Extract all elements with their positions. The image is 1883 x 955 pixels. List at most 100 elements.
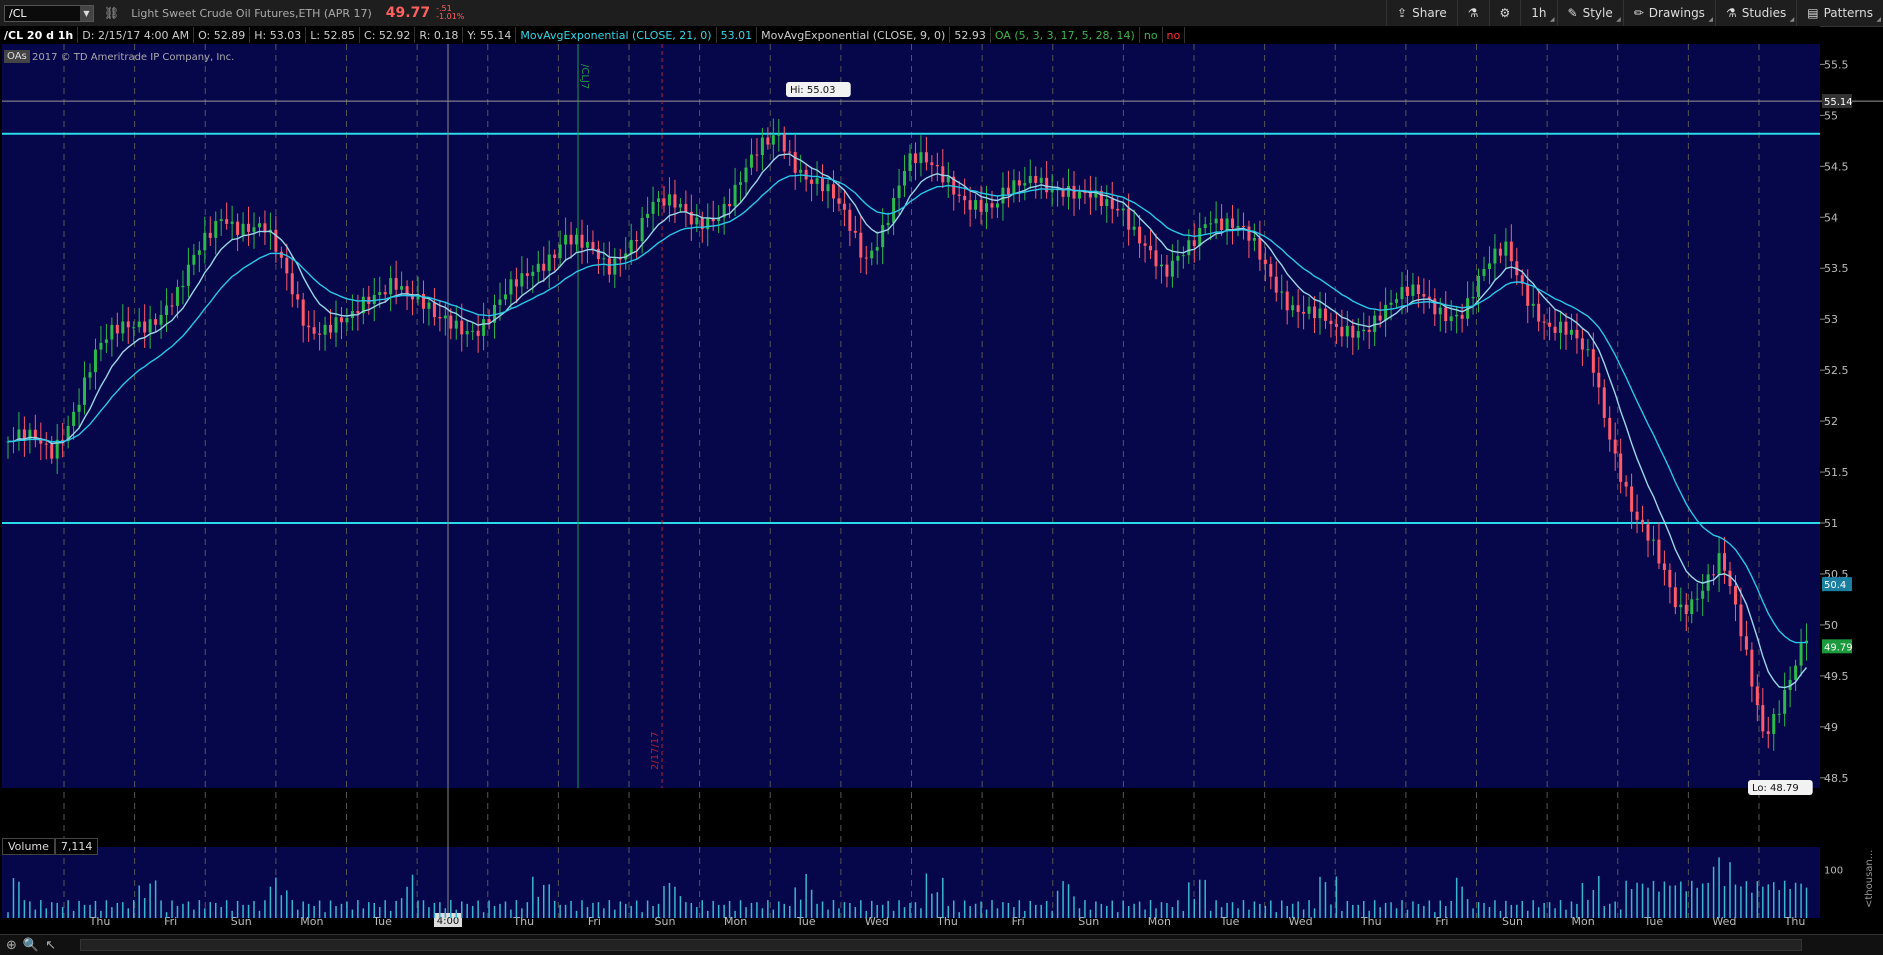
candle-body [1225, 218, 1229, 230]
candle-body [274, 229, 278, 252]
zoom-icon[interactable]: 🔍 [23, 938, 39, 953]
candle-body [165, 305, 169, 316]
ema21-value: 53.01 [717, 27, 758, 43]
candle-body [1783, 689, 1787, 714]
price-chart-svg[interactable]: 48.54949.55050.55151.55252.55353.55454.5… [0, 44, 1883, 934]
candle-body [662, 198, 666, 206]
x-tick-label: Thu [1784, 915, 1806, 928]
candle-body [197, 250, 201, 255]
candle-body [793, 152, 797, 173]
candle-body [356, 310, 360, 314]
candle-body [1504, 241, 1508, 256]
candle-body [1389, 302, 1393, 305]
patterns-button[interactable]: ▤ Patterns ◢ [1796, 0, 1883, 26]
candle-body [766, 137, 770, 145]
candle-body [1039, 177, 1043, 183]
candle-body [1712, 574, 1716, 576]
candle-body [1017, 180, 1021, 186]
candle-body [826, 184, 830, 192]
settings-button[interactable]: ⚙ [1488, 0, 1521, 26]
oa-label[interactable]: OA (5, 3, 3, 17, 5, 28, 14) [991, 27, 1140, 43]
candle-body [465, 331, 469, 335]
link-icon[interactable]: ⛓ [104, 6, 119, 20]
candle-body [1028, 175, 1032, 184]
candle-body [602, 258, 606, 260]
candle-body [525, 273, 529, 276]
candle-body [93, 349, 97, 373]
candle-body [979, 200, 983, 212]
style-button[interactable]: ✎ Style ◢ [1556, 0, 1623, 26]
candle-body [1340, 326, 1344, 337]
candle-body [591, 242, 595, 249]
candle-body [635, 239, 639, 242]
candle-body [1263, 259, 1267, 265]
zoom-in-icon[interactable]: ⊕ [6, 938, 17, 953]
interval-button[interactable]: 1h ◢ [1520, 0, 1556, 26]
y-tick-label: 53 [1824, 313, 1838, 326]
candle-body [1542, 321, 1546, 323]
candle-body [930, 162, 934, 166]
candle-body [1684, 604, 1688, 615]
candle-body [1105, 199, 1109, 207]
candle-body [1624, 481, 1628, 487]
candle-body [1351, 325, 1355, 338]
candle-body [1067, 185, 1071, 197]
candle-body [1280, 291, 1284, 293]
oas-badge[interactable]: OAs [4, 50, 30, 63]
candle-body [1630, 486, 1634, 512]
change-pct: -1.01% [436, 12, 465, 21]
candle-body [842, 203, 846, 210]
candle-body [1034, 175, 1038, 183]
toolbar: /CL ▼ ⛓ Light Sweet Crude Oil Futures,ET… [0, 0, 1883, 27]
candle-body [1116, 208, 1120, 211]
candle-body [1127, 208, 1131, 230]
y-tick-label: 55 [1824, 109, 1838, 122]
cursor-y: Y: 55.14 [463, 27, 517, 43]
y-tick-label: 48.5 [1824, 772, 1849, 785]
gear-icon: ⚙ [1499, 6, 1511, 20]
share-button[interactable]: ⇪ Share [1386, 0, 1457, 26]
drawings-button[interactable]: ✏ Drawings ◢ [1622, 0, 1715, 26]
candle-body [1170, 260, 1174, 277]
horizontal-scrollbar[interactable] [80, 939, 1802, 951]
y-tick-label: 55.5 [1824, 58, 1849, 71]
candle-body [974, 200, 978, 210]
candle-body [1477, 275, 1481, 297]
candle-body [1537, 303, 1541, 322]
candle-body [318, 333, 322, 335]
ema21-label[interactable]: MovAvgExponential (CLOSE, 21, 0) [516, 27, 717, 43]
candle-body [810, 179, 814, 184]
candle-body [1296, 305, 1300, 312]
candle-body [1662, 563, 1666, 570]
candle-body [629, 239, 633, 254]
candle-body [1176, 256, 1180, 261]
candle-body [290, 273, 294, 295]
candle-body [1679, 604, 1683, 608]
studies-button[interactable]: ⚗ Studies ◢ [1714, 0, 1796, 26]
candle-body [678, 203, 682, 208]
candle-body [897, 185, 901, 198]
candle-body [853, 230, 857, 233]
candle-body [1717, 553, 1721, 575]
ema9-label[interactable]: MovAvgExponential (CLOSE, 9, 0) [757, 27, 951, 43]
candle-body [646, 213, 650, 218]
candle-body [777, 134, 781, 136]
y-tick-label: 49 [1824, 721, 1838, 734]
candle-body [1460, 314, 1464, 319]
volume-label: Volume [2, 838, 55, 855]
candle-body [968, 200, 972, 210]
symbol-selector[interactable]: /CL ▼ [4, 4, 94, 22]
flask-button[interactable]: ⚗ [1456, 0, 1489, 26]
candle-body [870, 250, 874, 259]
candle-body [728, 203, 732, 207]
candle-body [312, 327, 316, 334]
chart-area[interactable]: 48.5 49 49.5 50 50.5 51 51.5 52 52.5 53 53.5 54 54.5… [0, 44, 1883, 937]
candle-body [1646, 524, 1650, 541]
candle-body [1143, 243, 1147, 246]
candle-body [1438, 307, 1442, 315]
candle-body [148, 319, 152, 333]
pointer-icon[interactable]: ↖ [45, 938, 56, 953]
candle-body [301, 299, 305, 326]
candle-body [542, 263, 546, 271]
chevron-down-icon[interactable]: ▼ [80, 5, 93, 21]
